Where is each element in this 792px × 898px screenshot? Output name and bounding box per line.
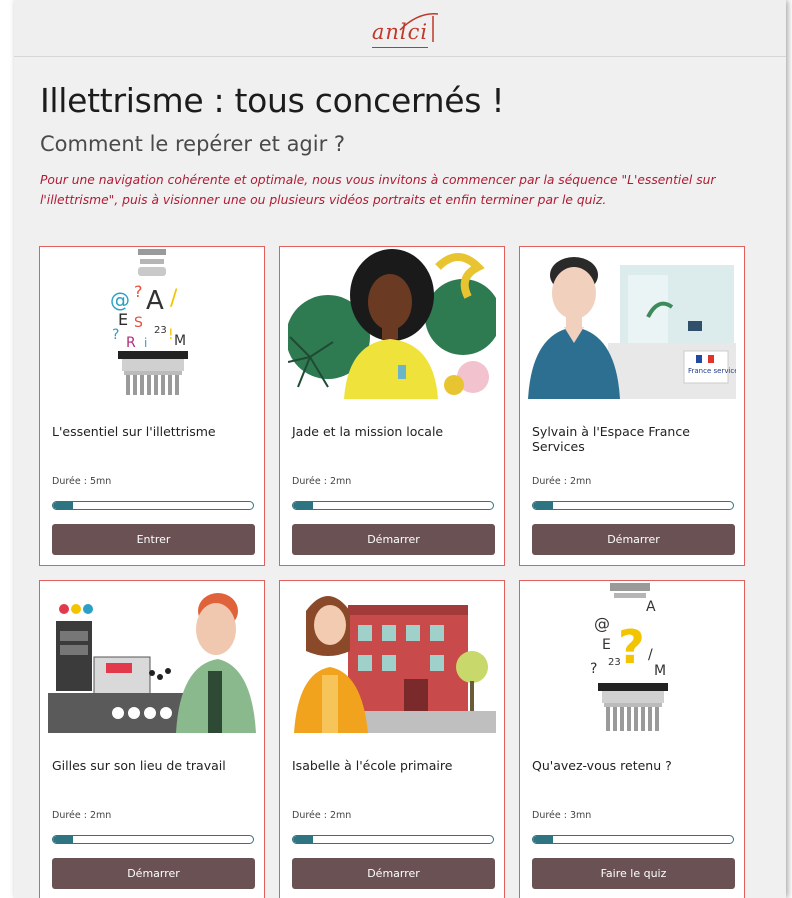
svg-text:i: i <box>144 336 147 350</box>
svg-text:/: / <box>648 647 653 663</box>
card-title: Gilles sur son lieu de travail <box>52 758 226 773</box>
svg-text:E: E <box>602 637 611 653</box>
card-duration: Durée : 2mn <box>292 476 352 487</box>
svg-text:@: @ <box>110 288 130 312</box>
card-title: Jade et la mission locale <box>292 424 444 439</box>
gilles-factory-illustration <box>48 581 256 733</box>
card-essentiel[interactable]: @ ? A / E S 23 ? R ! M i L'essentiel sur… <box>39 246 265 566</box>
logo-swoosh-icon <box>399 13 439 42</box>
start-button[interactable]: Démarrer <box>532 524 735 555</box>
card-sylvain[interactable]: France services Sylvain à l'Espace Franc… <box>519 246 745 566</box>
progress-bar <box>292 501 494 510</box>
svg-text:!: ! <box>168 327 174 343</box>
letters-machine-illustration: @ ? A / E S 23 ? R ! M i <box>48 247 256 399</box>
progress-fill <box>293 836 313 843</box>
svg-text:E: E <box>118 310 128 329</box>
header-bar: anlci <box>14 0 786 57</box>
progress-bar <box>532 501 734 510</box>
intro-text: Pour une navigation cohérente et optimal… <box>40 173 716 207</box>
start-button[interactable]: Démarrer <box>292 858 495 889</box>
svg-text:R: R <box>126 335 136 351</box>
jade-portrait-illustration <box>288 247 496 399</box>
start-button[interactable]: Démarrer <box>292 524 495 555</box>
svg-text:S: S <box>134 315 143 331</box>
progress-fill <box>533 836 553 843</box>
page-title: Illettrisme : tous concernés ! <box>40 81 505 120</box>
card-title: Qu'avez-vous retenu ? <box>532 758 672 773</box>
svg-text:?: ? <box>112 327 119 343</box>
svg-text:M: M <box>654 663 666 679</box>
card-quiz[interactable]: @ A ? E 23 ? M / Qu'avez-vous retenu ? D… <box>519 580 745 898</box>
svg-text:?: ? <box>618 620 645 674</box>
progress-bar <box>52 835 254 844</box>
card-duration: Durée : 2mn <box>532 476 592 487</box>
quiz-machine-illustration: @ A ? E 23 ? M / <box>528 581 736 733</box>
enter-button[interactable]: Entrer <box>52 524 255 555</box>
svg-text:M: M <box>174 333 186 349</box>
svg-text:?: ? <box>590 661 597 677</box>
svg-text:23: 23 <box>154 325 167 336</box>
card-title: L'essentiel sur l'illettrisme <box>52 424 216 439</box>
card-duration: Durée : 2mn <box>52 810 112 821</box>
page-subtitle: Comment le repérer et agir ? <box>40 132 346 156</box>
anlci-logo[interactable]: anlci <box>360 8 440 48</box>
course-window: anlci Illettrisme : tous concernés ! Com… <box>14 0 786 898</box>
svg-text:23: 23 <box>608 657 621 668</box>
svg-text:A: A <box>146 286 164 316</box>
france-services-badge: France services <box>688 367 736 375</box>
main-content: Illettrisme : tous concernés ! Comment l… <box>14 81 786 210</box>
card-duration: Durée : 5mn <box>52 476 112 487</box>
svg-text:?: ? <box>134 282 143 301</box>
svg-text:A: A <box>646 599 656 615</box>
card-title: Sylvain à l'Espace France Services <box>532 424 690 454</box>
sylvain-france-services-illustration: France services <box>528 247 736 399</box>
card-duration: Durée : 2mn <box>292 810 352 821</box>
card-isabelle[interactable]: Isabelle à l'école primaire Durée : 2mn … <box>279 580 505 898</box>
progress-fill <box>53 836 73 843</box>
quiz-button[interactable]: Faire le quiz <box>532 858 735 889</box>
card-duration: Durée : 3mn <box>532 810 592 821</box>
svg-text:/: / <box>170 286 178 311</box>
progress-bar <box>292 835 494 844</box>
card-gilles[interactable]: Gilles sur son lieu de travail Durée : 2… <box>39 580 265 898</box>
progress-fill <box>533 502 553 509</box>
card-title: Isabelle à l'école primaire <box>292 758 453 773</box>
progress-fill <box>293 502 313 509</box>
card-jade[interactable]: Jade et la mission locale Durée : 2mn Dé… <box>279 246 505 566</box>
progress-fill <box>53 502 73 509</box>
isabelle-school-illustration <box>288 581 496 733</box>
svg-text:@: @ <box>594 614 610 633</box>
progress-bar <box>532 835 734 844</box>
start-button[interactable]: Démarrer <box>52 858 255 889</box>
progress-bar <box>52 501 254 510</box>
